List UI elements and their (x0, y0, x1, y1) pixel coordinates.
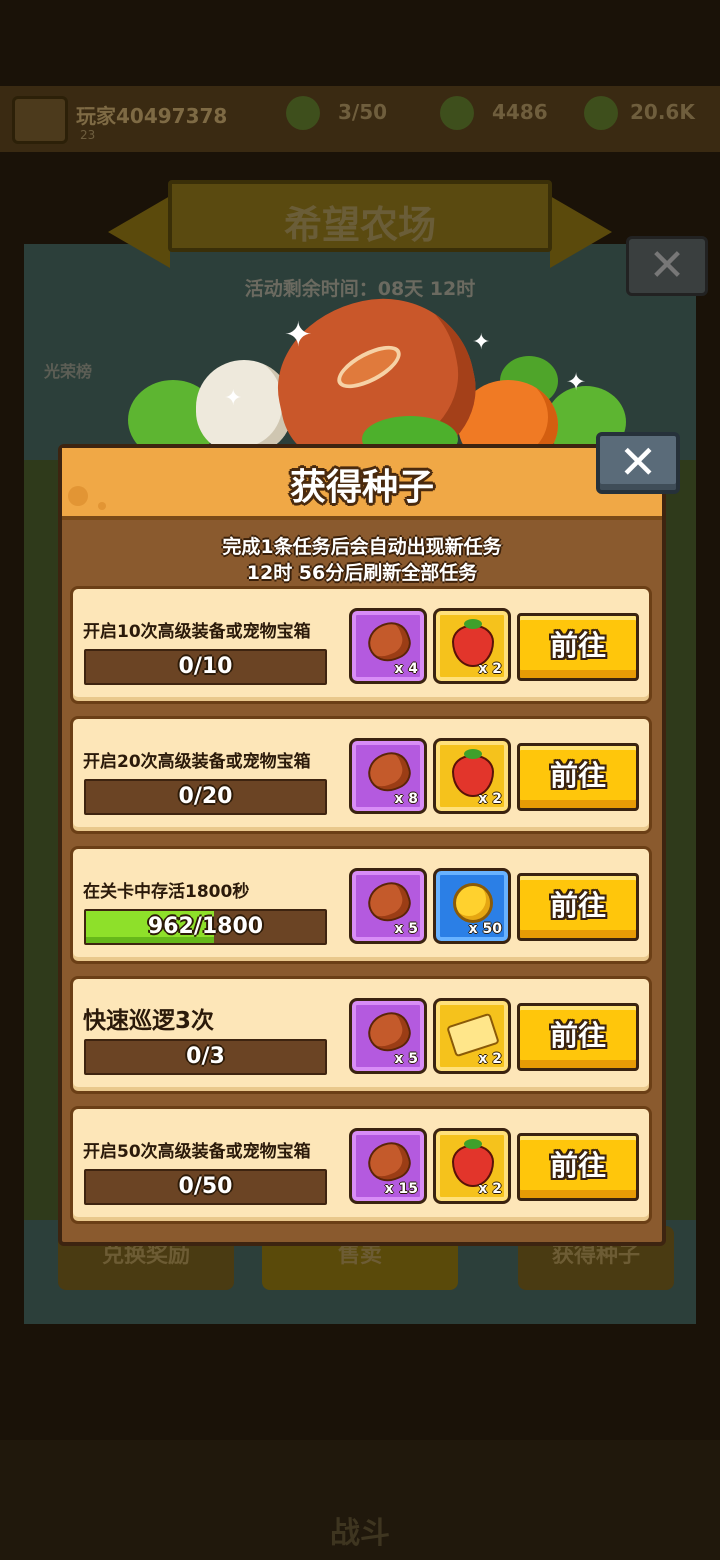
coin-icon (453, 883, 493, 923)
go-button-label: 前往 (549, 759, 606, 792)
reward-slot[interactable]: x 5 (349, 998, 427, 1074)
reward-quantity: x 2 (478, 1181, 502, 1197)
task-progress-bar: 0/50 (84, 1169, 327, 1205)
bottom-navigation: 战斗 (0, 1440, 720, 1560)
top-status-bar: 玩家40497378 23 3/50 4486 20.6K (0, 86, 720, 152)
reward-slot[interactable]: x 2 (433, 608, 511, 684)
battle-label: 战斗 (330, 1516, 390, 1551)
go-button[interactable]: 前往 (517, 873, 639, 941)
task-name: 开启50次高级装备或宠物宝箱 (83, 1142, 311, 1162)
progress-text: 0/50 (178, 1174, 233, 1199)
gold-count: 20.6K (630, 100, 695, 124)
progress-text: 962/1800 (147, 914, 264, 939)
task-progress-bar: 0/20 (84, 779, 327, 815)
bean-icon (362, 616, 416, 668)
reward-slot[interactable]: x 2 (433, 738, 511, 814)
reward-quantity: x 2 (478, 661, 502, 677)
task-progress-bar: 0/10 (84, 649, 327, 685)
sparkle-icon: ✦ (224, 386, 243, 411)
next-arrow-icon (550, 196, 612, 268)
reward-quantity: x 8 (394, 791, 418, 807)
player-avatar[interactable] (12, 96, 68, 144)
reward-quantity: x 4 (394, 661, 418, 677)
notice-line-1: 完成1条任务后会自动出现新任务 (222, 536, 502, 558)
gold-icon (584, 96, 618, 130)
go-button[interactable]: 前往 (517, 1003, 639, 1071)
reward-slot[interactable]: x 2 (433, 1128, 511, 1204)
go-button-label: 前往 (549, 1019, 606, 1052)
farm-title: 希望农场 (283, 203, 436, 247)
task-card: 在关卡中存活1800秒 962/1800 x 5 x 50 前往 (70, 846, 652, 964)
sparkle-icon: ✦ (284, 315, 313, 355)
task-card: 快速巡逻3次 0/3 x 5 x 2 前往 (70, 976, 652, 1094)
bean-icon (362, 1136, 416, 1188)
gem-count: 4486 (492, 100, 548, 124)
task-name: 在关卡中存活1800秒 (83, 882, 250, 902)
close-icon: ✕ (618, 435, 658, 489)
energy-icon (286, 96, 320, 130)
reward-quantity: x 2 (478, 791, 502, 807)
energy-count: 3/50 (338, 100, 388, 124)
modal-title: 获得种子 (289, 467, 434, 508)
go-button[interactable]: 前往 (517, 613, 639, 681)
task-card: 开启10次高级装备或宠物宝箱 0/10 x 4 x 2 前往 (70, 586, 652, 704)
bean-icon (362, 1006, 416, 1058)
task-card: 开启50次高级装备或宠物宝箱 0/50 x 15 x 2 前往 (70, 1106, 652, 1224)
progress-text: 0/10 (178, 654, 233, 679)
modal-close-button[interactable]: ✕ (596, 432, 680, 494)
ranking-label: 光荣榜 (44, 362, 93, 381)
reward-slot[interactable]: x 50 (433, 868, 511, 944)
reward-slot[interactable]: x 4 (349, 608, 427, 684)
go-button[interactable]: 前往 (517, 1133, 639, 1201)
reward-quantity: x 5 (394, 921, 418, 937)
garlic-icon (196, 360, 292, 454)
reward-quantity: x 2 (478, 1051, 502, 1067)
task-name: 开启10次高级装备或宠物宝箱 (83, 622, 311, 642)
sparkle-icon: ✦ (472, 330, 491, 355)
task-progress-bar: 0/3 (84, 1039, 327, 1075)
task-card: 开启20次高级装备或宠物宝箱 0/20 x 8 x 2 前往 (70, 716, 652, 834)
task-name: 快速巡逻3次 (83, 1008, 215, 1034)
go-button-label: 前往 (549, 629, 606, 662)
go-button-label: 前往 (549, 889, 606, 922)
reward-slot[interactable]: x 15 (349, 1128, 427, 1204)
progress-text: 0/3 (186, 1044, 225, 1069)
reward-quantity: x 15 (384, 1181, 418, 1197)
event-timer: 活动剩余时间：08天 12时 (244, 278, 476, 300)
notice-line-2: 12时 56分后刷新全部任务 (246, 562, 478, 584)
reward-quantity: x 50 (468, 921, 502, 937)
reward-quantity: x 5 (394, 1051, 418, 1067)
player-level: 23 (80, 128, 96, 142)
task-progress-bar: 962/1800 (84, 909, 327, 945)
go-button[interactable]: 前往 (517, 743, 639, 811)
bean-icon (362, 746, 416, 798)
go-button-label: 前往 (549, 1149, 606, 1182)
player-name: 玩家40497378 (76, 104, 228, 128)
progress-text: 0/20 (178, 784, 233, 809)
reward-slot[interactable]: x 8 (349, 738, 427, 814)
bean-icon (362, 876, 416, 928)
prev-arrow-icon (108, 196, 170, 268)
task-name: 开启20次高级装备或宠物宝箱 (83, 752, 311, 772)
reward-slot[interactable]: x 2 (433, 998, 511, 1074)
sparkle-icon: ✦ (566, 368, 587, 396)
gem-icon (440, 96, 474, 130)
modal-header: 获得种子 (62, 448, 662, 520)
reward-slot[interactable]: x 5 (349, 868, 427, 944)
